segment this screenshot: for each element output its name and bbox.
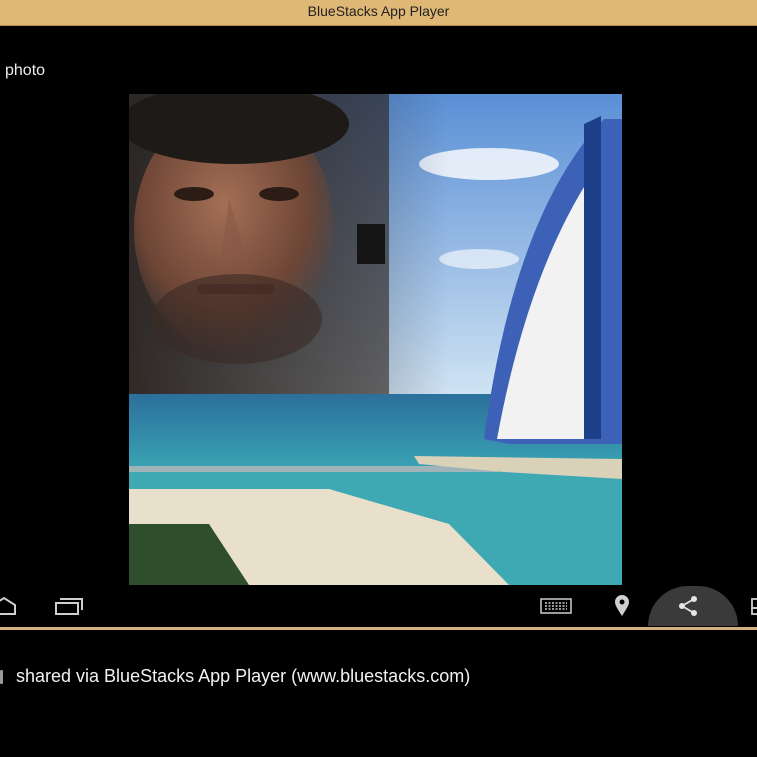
home-icon xyxy=(0,596,16,615)
share-button[interactable] xyxy=(668,586,708,626)
shared-photo xyxy=(129,94,622,585)
share-caption-text: shared via BlueStacks App Player (www.bl… xyxy=(16,666,471,686)
android-navigation-bar xyxy=(0,586,757,626)
recent-apps-button[interactable] xyxy=(48,586,88,626)
rotate-button[interactable] xyxy=(735,586,757,626)
share-icon xyxy=(679,596,697,616)
app-screen: photo xyxy=(0,26,757,627)
home-button[interactable] xyxy=(0,586,24,626)
keyboard-button[interactable] xyxy=(536,586,576,626)
rotate-icon xyxy=(751,598,757,615)
share-caption-area: shared via BlueStacks App Player (www.bl… xyxy=(0,630,757,757)
photo-label: photo xyxy=(5,62,46,79)
window-title-bar: BlueStacks App Player xyxy=(0,0,757,26)
keyboard-icon xyxy=(540,598,572,614)
photo-image xyxy=(129,94,622,585)
location-icon xyxy=(615,595,629,616)
window-title: BlueStacks App Player xyxy=(307,3,450,19)
recent-apps-icon xyxy=(55,598,83,615)
text-cursor xyxy=(0,670,3,684)
location-button[interactable] xyxy=(602,586,642,626)
